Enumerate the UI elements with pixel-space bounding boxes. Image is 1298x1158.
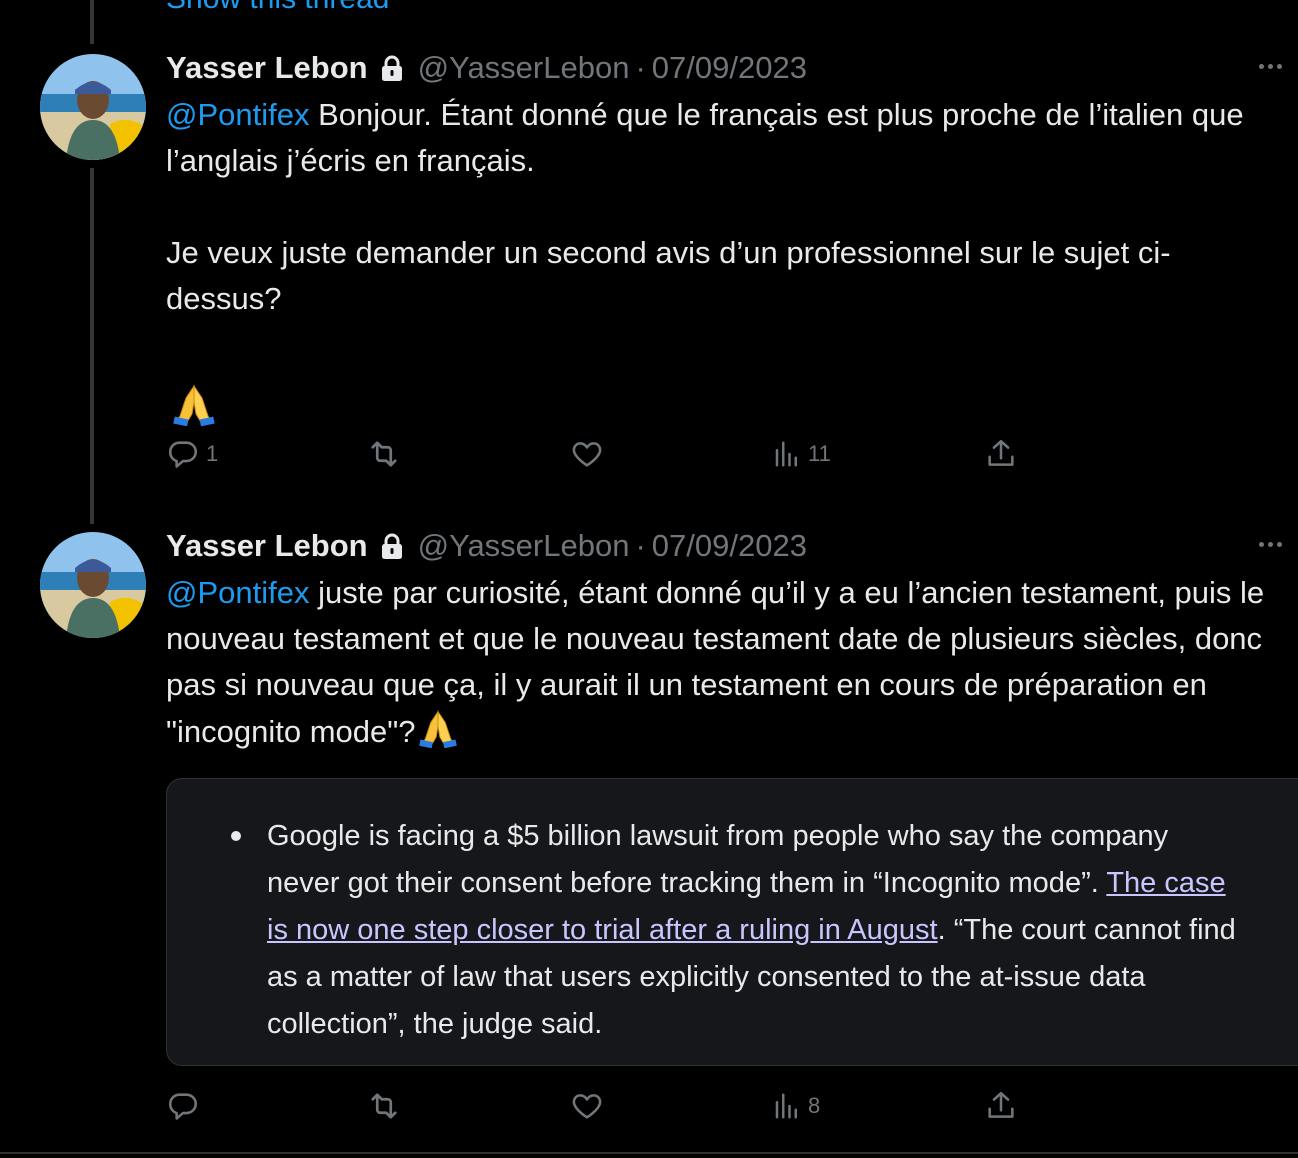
- tweet-date[interactable]: 07/09/2023: [652, 528, 807, 564]
- like-button[interactable]: [570, 434, 604, 474]
- mention-link[interactable]: @Pontifex: [166, 575, 309, 610]
- reply-icon: [168, 441, 198, 468]
- quoted-card[interactable]: Google is facing a $5 billion lawsuit fr…: [166, 778, 1298, 1066]
- tweet-paragraph: @Pontifex Bonjour. Étant donné que le fr…: [166, 92, 1282, 184]
- tweet-actions: 8: [166, 1086, 1026, 1126]
- views-button[interactable]: 11: [772, 434, 831, 474]
- share-button[interactable]: [984, 434, 1018, 474]
- tweet-text: @Pontifex juste par curiosité, étant don…: [166, 570, 1282, 761]
- reply-button[interactable]: [166, 1086, 200, 1126]
- retweet-button[interactable]: [366, 1086, 402, 1126]
- tweet-content: Yasser Lebon @YasserLebon · 07/09/2023 @…: [166, 48, 1282, 439]
- retweet-icon: [371, 441, 397, 467]
- heart-icon: [572, 442, 602, 467]
- tweet-content: Yasser Lebon @YasserLebon · 07/09/2023 @…: [166, 526, 1282, 761]
- tweet-text: @Pontifex Bonjour. Étant donné que le fr…: [166, 92, 1282, 439]
- reply-icon: [168, 1093, 198, 1120]
- tweet-text-part: juste par curiosité, étant donné qu’il y…: [166, 575, 1265, 749]
- reply-count: 1: [206, 441, 219, 466]
- like-button[interactable]: [570, 1086, 604, 1126]
- more-icon[interactable]: [1259, 542, 1282, 547]
- thread-line: [90, 0, 94, 44]
- lock-icon: [380, 533, 404, 559]
- tweet[interactable]: Yasser Lebon @YasserLebon · 07/09/2023 @…: [0, 48, 1298, 518]
- share-icon: [988, 1091, 1014, 1118]
- views-count: 11: [808, 441, 831, 466]
- show-thread-link[interactable]: Show this thread: [166, 0, 389, 14]
- separator: ·: [635, 528, 646, 563]
- tweet-header: Yasser Lebon @YasserLebon · 07/09/2023: [166, 526, 1282, 566]
- avatar[interactable]: [40, 54, 146, 160]
- tweet-actions: 1 11: [166, 434, 1026, 474]
- views-button[interactable]: 8: [772, 1086, 820, 1126]
- author-handle[interactable]: @YasserLebon: [418, 50, 630, 86]
- folded-hands-emoji: [416, 708, 460, 761]
- lock-icon: [380, 55, 404, 81]
- views-icon: [775, 441, 797, 467]
- tweet-text-part: Bonjour. Étant donné que le français est…: [166, 97, 1244, 178]
- heart-icon: [572, 1094, 602, 1119]
- share-icon: [988, 439, 1014, 466]
- timeline: Show this thread Yasser Lebon: [0, 0, 1298, 1158]
- mention-link[interactable]: @Pontifex: [166, 97, 309, 132]
- share-button[interactable]: [984, 1086, 1018, 1126]
- tweet-date[interactable]: 07/09/2023: [652, 50, 807, 86]
- author-handle[interactable]: @YasserLebon: [418, 528, 630, 564]
- folded-hands-emoji: [166, 382, 1282, 439]
- quoted-text-part: Google is facing a $5 billion lawsuit fr…: [267, 820, 1169, 899]
- tweet[interactable]: Yasser Lebon @YasserLebon · 07/09/2023 @…: [0, 526, 1298, 1152]
- retweet-button[interactable]: [366, 434, 402, 474]
- views-count: 8: [808, 1093, 821, 1118]
- reply-button[interactable]: 1: [166, 434, 218, 474]
- views-icon: [775, 1093, 797, 1119]
- separator: ·: [635, 50, 646, 85]
- retweet-icon: [371, 1093, 397, 1119]
- tweet-header: Yasser Lebon @YasserLebon · 07/09/2023: [166, 48, 1282, 88]
- avatar[interactable]: [40, 532, 146, 638]
- tweet-paragraph: Je veux juste demander un second avis d’…: [166, 235, 1171, 316]
- bullet: [231, 831, 241, 841]
- divider: [0, 1152, 1298, 1154]
- quoted-text: Google is facing a $5 billion lawsuit fr…: [267, 813, 1247, 1048]
- author-name[interactable]: Yasser Lebon: [166, 528, 368, 564]
- folded-hands-icon: [173, 384, 215, 427]
- author-name[interactable]: Yasser Lebon: [166, 50, 368, 86]
- folded-hands-icon: [418, 710, 457, 749]
- more-icon[interactable]: [1259, 64, 1282, 69]
